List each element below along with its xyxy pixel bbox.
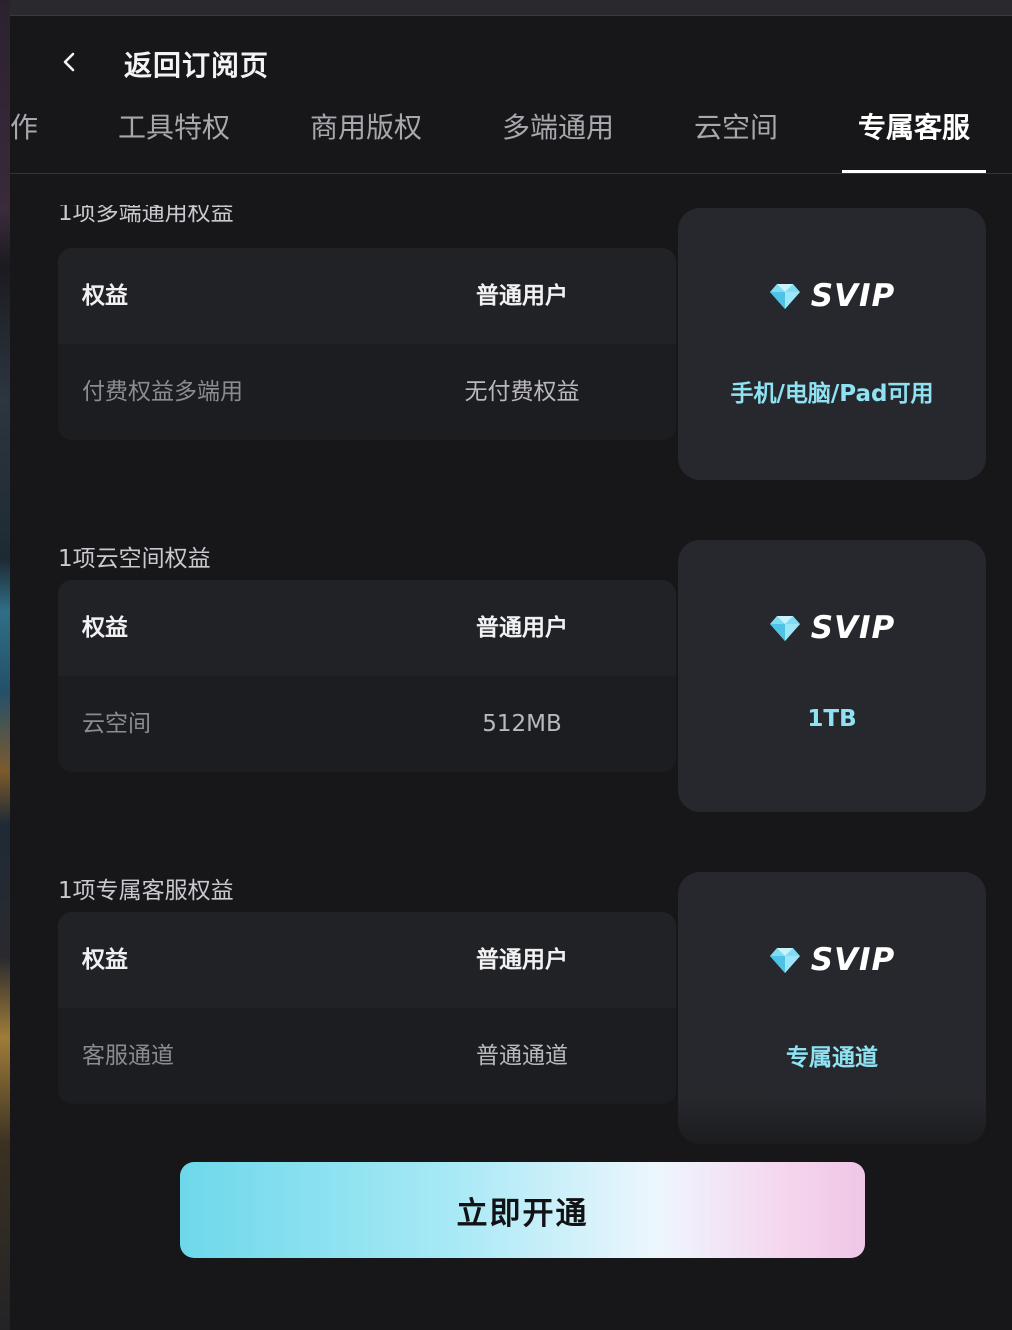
svip-label: SVIP [810,278,896,314]
chevron-left-icon[interactable] [56,48,84,76]
table-header-row: 权益 普通用户 [58,248,676,344]
background-app-strip [0,0,10,1330]
svip-value: 1TB [807,706,857,732]
diamond-icon [769,284,800,309]
normal-user-value: 普通通道 [476,1043,568,1069]
svip-label: SVIP [810,610,896,646]
svip-badge: SVIP [678,276,986,316]
benefits-panel: 返回订阅页 作 工具特权 商用版权 多端通用 云空间 专属客服 1项多端通用权益… [10,16,1012,1330]
svip-label: SVIP [810,942,896,978]
table-row: 云空间 512MB [58,676,676,772]
svip-card-multi-device: SVIP 手机/电脑/Pad可用 [678,208,986,480]
svip-badge: SVIP [678,608,986,648]
svip-value: 专属通道 [786,1045,878,1071]
subscribe-now-button[interactable]: 立即开通 [180,1162,865,1258]
back-to-subscription-label[interactable]: 返回订阅页 [124,44,269,84]
header-benefit-label: 权益 [82,615,128,641]
active-tab-underline [842,170,986,173]
benefit-table-cloud-space: 权益 普通用户 云空间 512MB [58,580,676,772]
header-benefit-label: 权益 [82,947,128,973]
svip-badge: SVIP [678,940,986,980]
section-title-exclusive-support: 1项专属客服权益 [58,878,234,904]
back-navigation[interactable]: 返回订阅页 [10,38,510,86]
window-top-edge [10,0,1012,16]
benefit-feature: 付费权益多端用 [82,379,243,405]
table-row: 付费权益多端用 无付费权益 [58,344,676,440]
normal-user-value: 无付费权益 [464,379,580,405]
tab-multi-device[interactable]: 多端通用 [502,106,614,174]
table-row: 客服通道 普通通道 [58,1008,676,1104]
benefit-table-exclusive-support: 权益 普通用户 客服通道 普通通道 [58,912,676,1104]
section-title-cloud-space: 1项云空间权益 [58,546,211,572]
normal-user-value: 512MB [482,711,562,737]
tab-cloud-space[interactable]: 云空间 [694,106,778,174]
table-header-row: 权益 普通用户 [58,580,676,676]
tab-tool-privileges[interactable]: 工具特权 [118,106,230,174]
header-normal-user-label: 普通用户 [476,615,568,641]
header-normal-user-label: 普通用户 [476,283,568,309]
benefit-feature: 云空间 [82,711,151,737]
header-normal-user-label: 普通用户 [476,947,568,973]
tab-commercial-copyright[interactable]: 商用版权 [310,106,422,174]
tab-partial[interactable]: 作 [10,106,38,174]
benefit-tabs: 作 工具特权 商用版权 多端通用 云空间 专属客服 [10,106,1012,174]
table-header-row: 权益 普通用户 [58,912,676,1008]
header-benefit-label: 权益 [82,283,128,309]
diamond-icon [769,948,800,973]
bottom-fade-overlay [10,1096,1012,1156]
svip-value: 手机/电脑/Pad可用 [730,381,934,407]
tab-exclusive-support[interactable]: 专属客服 [858,106,970,174]
benefit-table-multi-device: 权益 普通用户 付费权益多端用 无付费权益 [58,248,676,440]
section-title-multi-device: 1项多端通用权益 [58,200,234,226]
benefit-feature: 客服通道 [82,1043,174,1069]
svip-card-cloud-space: SVIP 1TB [678,540,986,812]
diamond-icon [769,616,800,641]
